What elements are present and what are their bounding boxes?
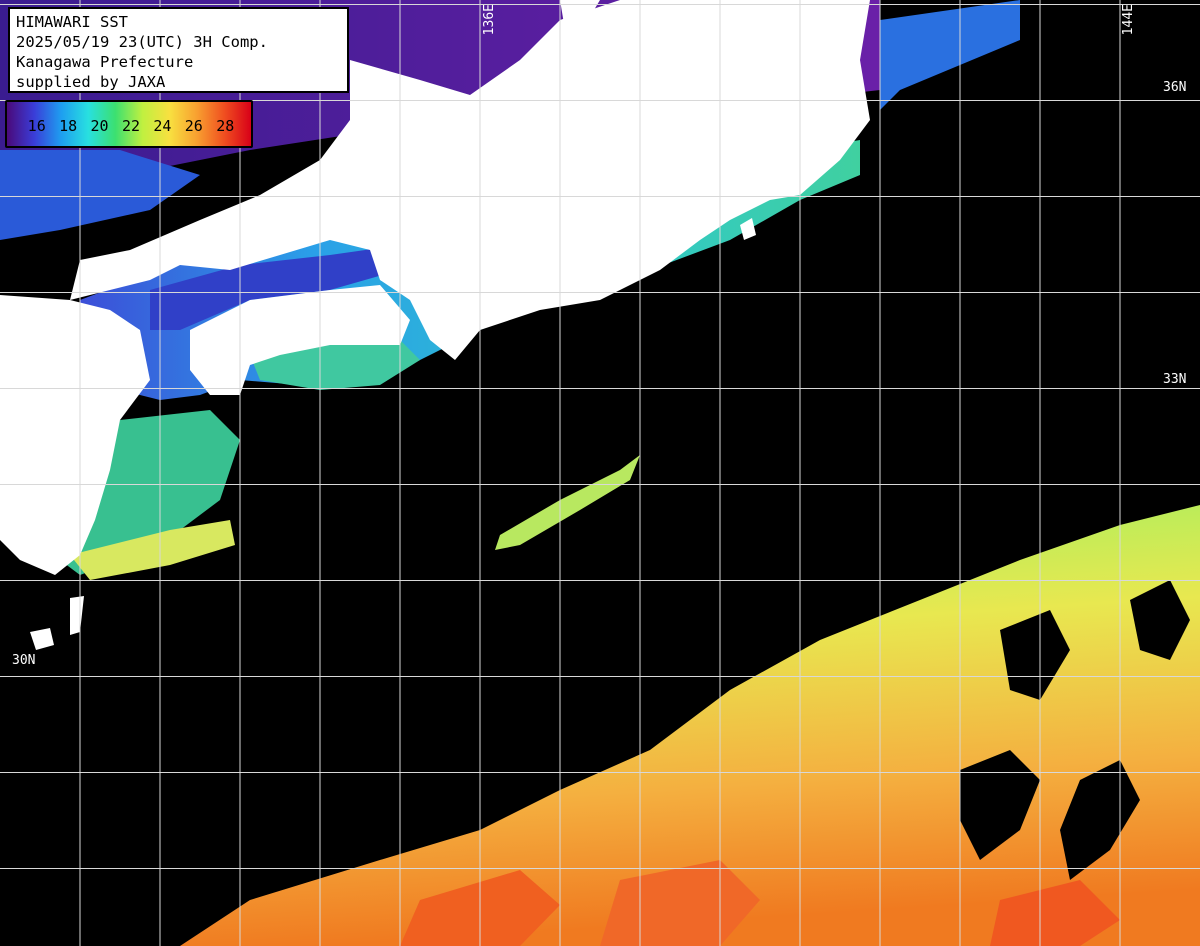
legend-label-26: 26: [184, 117, 203, 135]
info-header-box: HIMAWARI SST 2025/05/19 23(UTC) 3H Comp.…: [8, 7, 349, 93]
legend-label-16: 16: [27, 117, 46, 135]
satellite-title: HIMAWARI SST: [16, 13, 128, 31]
legend-labels: 16 18 20 22 24 26 28: [7, 114, 251, 138]
region-label: Kanagawa Prefecture: [16, 53, 194, 71]
data-source: supplied by JAXA: [16, 73, 166, 91]
legend-label-20: 20: [90, 117, 109, 135]
lat-label-30n: 30N: [12, 653, 36, 668]
lon-label-144e: 144E: [1121, 4, 1136, 36]
legend-label-24: 24: [153, 117, 172, 135]
sst-map-viewport: HIMAWARI SST 2025/05/19 23(UTC) 3H Comp.…: [0, 0, 1200, 946]
lat-label-36n: 36N: [1163, 80, 1187, 95]
sst-color-legend: 16 18 20 22 24 26 28: [5, 100, 253, 148]
lat-label-33n: 33N: [1163, 372, 1187, 387]
legend-label-28: 28: [216, 117, 235, 135]
legend-label-22: 22: [121, 117, 140, 135]
observation-time: 2025/05/19 23(UTC) 3H Comp.: [16, 33, 268, 51]
legend-label-18: 18: [59, 117, 78, 135]
lon-label-136e: 136E: [482, 4, 497, 36]
